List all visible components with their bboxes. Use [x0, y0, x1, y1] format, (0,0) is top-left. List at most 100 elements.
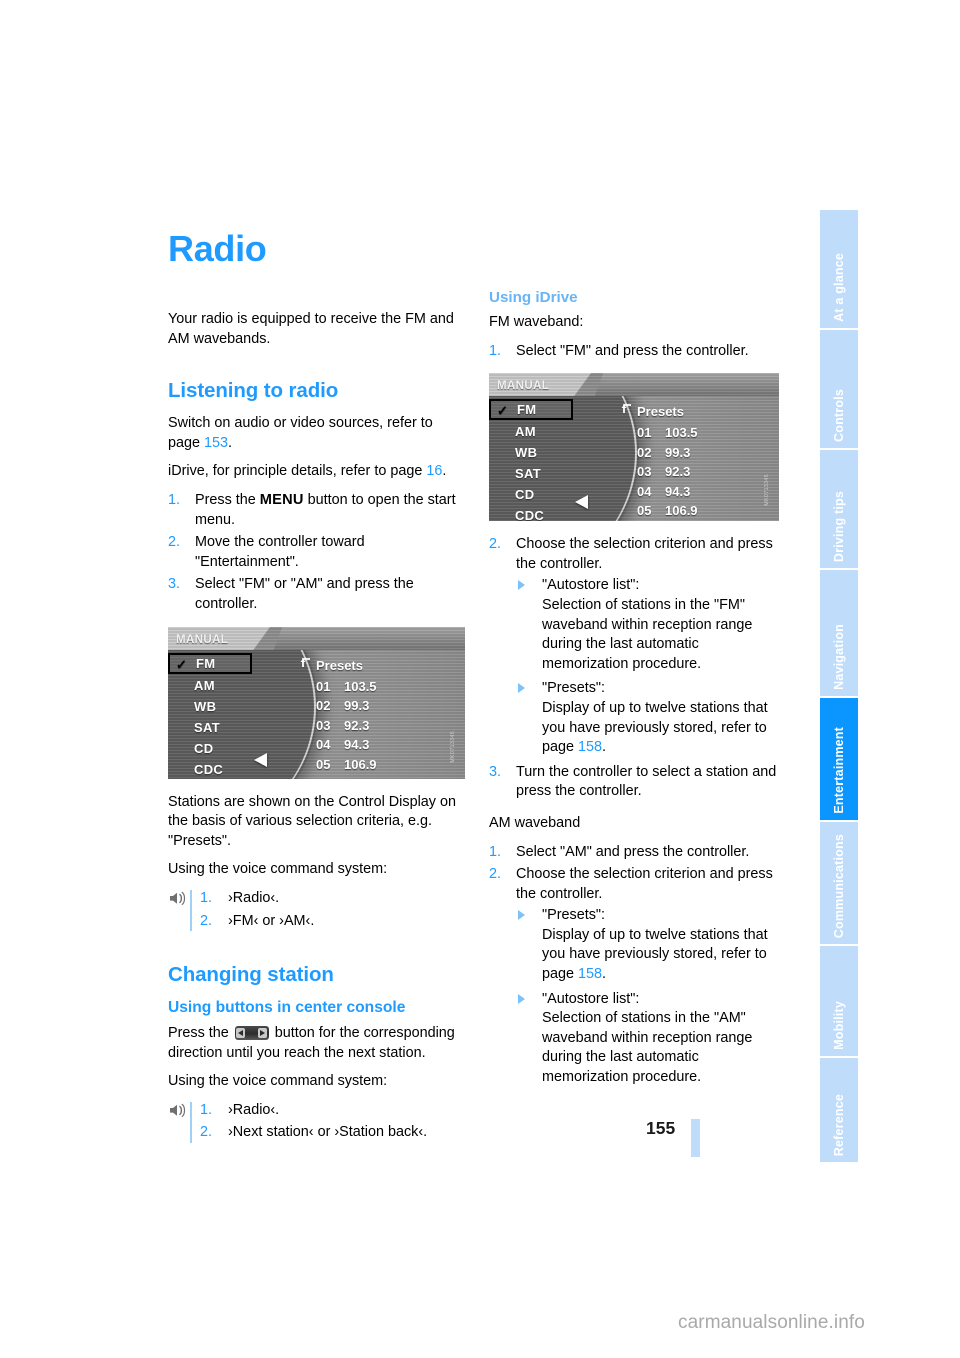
tab-controls[interactable]: Controls [820, 330, 858, 450]
page-link-16[interactable]: 16 [426, 463, 442, 479]
figure-menu-item-fm[interactable]: ✓ FM [168, 652, 252, 674]
right-text-column: Using iDrive FM waveband: 1. Select "FM" … [489, 288, 786, 1100]
step-number: 1. [200, 1101, 213, 1118]
figure-header-label: MANUAL [497, 380, 550, 393]
voice-step-item: 1. ›Radio‹. [200, 1101, 465, 1121]
figure-menu-item-cdc[interactable]: CDC [489, 505, 585, 521]
page-title: Radio [168, 228, 267, 269]
presets-back-icon [299, 655, 313, 669]
figure-menu-item-wb[interactable]: WB [489, 442, 585, 463]
am-steps-list: 1. Select "AM" and press the controller. … [489, 843, 786, 1088]
figure-source-menu: ✓ FM AM WB SAT CD CDC [489, 399, 585, 521]
paragraph-voice-intro-2: Using the voice command system: [168, 1073, 388, 1090]
preset-row[interactable]: 02 99.3 [637, 443, 698, 463]
figure-menu-item-am[interactable]: AM [489, 421, 585, 442]
figure-menu-label: SAT [515, 466, 541, 482]
tab-reference[interactable]: Reference [820, 1058, 858, 1162]
step-text: Turn the controller to select a station … [516, 763, 777, 800]
step-number: 2. [168, 534, 181, 551]
page-link-158[interactable]: 158 [578, 966, 602, 982]
figure-reference-code: MK0713345 [450, 730, 457, 763]
bullet-body-end: . [602, 966, 607, 983]
figure-menu-item-sat[interactable]: SAT [168, 717, 264, 738]
figure-menu-item-am[interactable]: AM [168, 675, 264, 696]
subheading-center-console-buttons: Using buttons in center console [168, 998, 406, 1016]
figure-presets-list: 01 103.5 02 99.3 03 92.3 04 94.3 05 106.9 [637, 423, 698, 521]
figure-menu-item-sat[interactable]: SAT [489, 463, 585, 484]
tab-label: Entertainment [832, 727, 846, 814]
step-item: 3. Turn the controller to select a statio… [489, 763, 786, 802]
preset-row[interactable]: 02 99.3 [316, 696, 377, 716]
preset-row[interactable]: 03 92.3 [316, 716, 377, 736]
section-tab-rail: At a glance Controls Driving tips Naviga… [820, 210, 858, 1162]
voice-block-rule [190, 889, 192, 931]
page-link-153[interactable]: 153 [204, 435, 228, 451]
step-item: 2. Move the controller toward "Entertainm… [168, 533, 465, 572]
bullet-item-autostore-list: "Autostore list": Selection of stations … [516, 576, 786, 674]
bullet-body-end: . [602, 739, 607, 756]
preset-row[interactable]: 01 103.5 [316, 677, 377, 697]
seek-button-icon [234, 1025, 269, 1040]
idrive-screen-figure-right: MANUAL ✓ FM AM WB SAT CD CDC Presets 01 … [489, 373, 779, 522]
figure-reference-code: MK0713345 [764, 473, 771, 506]
step-number: 2. [489, 866, 502, 883]
voice-block-rule [190, 1101, 192, 1143]
tab-navigation[interactable]: Navigation [820, 570, 858, 698]
voice-command-block-1: 1. ›Radio‹. 2. ›FM‹ or ›AM‹. [168, 889, 465, 935]
manual-page: At a glance Controls Driving tips Naviga… [0, 0, 960, 1358]
fm-step-2-list: 2. Choose the selection criterion and pre… [489, 535, 786, 802]
preset-frequency: 99.3 [665, 444, 691, 460]
figure-menu-item-wb[interactable]: WB [168, 696, 264, 717]
bullet-title: "Presets": [542, 907, 606, 924]
page-link-158[interactable]: 158 [578, 739, 602, 755]
figure-menu-label: AM [515, 424, 536, 440]
preset-number: 05 [316, 756, 331, 772]
step-number: 3. [168, 576, 181, 593]
figure-menu-label: FM [196, 655, 216, 671]
triangle-bullet-icon [518, 910, 525, 921]
figure-menu-label: CDC [194, 761, 224, 777]
figure-menu-label: AM [194, 677, 215, 693]
preset-number: 03 [637, 464, 652, 480]
preset-frequency: 94.3 [344, 737, 370, 753]
paragraph-voice-intro-1: Using the voice command system: [168, 861, 388, 878]
tab-at-a-glance[interactable]: At a glance [820, 210, 858, 330]
preset-frequency: 103.5 [344, 678, 377, 694]
step-text: Choose the selection criterion and press… [516, 536, 773, 572]
preset-row[interactable]: 01 103.5 [637, 423, 698, 443]
bullet-body: Display of up to twelve stations that yo… [542, 699, 768, 756]
figure-menu-item-cd[interactable]: CD [168, 738, 264, 759]
tab-communications[interactable]: Communications [820, 822, 858, 946]
bullet-title: "Autostore list": [542, 990, 640, 1007]
triangle-bullet-icon [518, 683, 525, 694]
voice-command-text: ›Radio‹. [228, 889, 280, 906]
tab-label: Mobility [832, 1001, 846, 1050]
paragraph-press-console-button: Press the button for the corresponding d… [168, 1024, 465, 1063]
tab-mobility[interactable]: Mobility [820, 946, 858, 1058]
bullet-body: Selection of stations in the "AM" waveba… [542, 1010, 753, 1086]
step-item: 1. Press the MENU button to open the star… [168, 491, 465, 530]
figure-menu-item-cdc[interactable]: CDC [168, 759, 264, 779]
text-fragment: iDrive, for principle details, refer to … [168, 463, 427, 480]
voice-steps-list-2: 1. ›Radio‹. 2. ›Next station‹ or ›Station … [200, 1101, 465, 1143]
preset-number: 04 [316, 737, 331, 753]
voice-command-text: ›Radio‹. [228, 1101, 280, 1118]
tab-driving-tips[interactable]: Driving tips [820, 450, 858, 570]
voice-step-item: 2. ›FM‹ or ›AM‹. [200, 912, 465, 932]
preset-frequency: 92.3 [665, 464, 691, 480]
preset-row[interactable]: 04 94.3 [637, 482, 698, 502]
heading-using-idrive: Using iDrive [489, 289, 578, 306]
preset-row[interactable]: 04 94.3 [316, 735, 377, 755]
voice-step-item: 2. ›Next station‹ or ›Station back‹. [200, 1123, 465, 1143]
cursor-arrow-icon [575, 495, 588, 510]
tab-label: Reference [832, 1093, 846, 1156]
figure-menu-item-fm[interactable]: ✓ FM [489, 399, 573, 421]
preset-row[interactable]: 05 106.9 [637, 501, 698, 521]
tab-label: At a glance [832, 253, 846, 322]
preset-number: 03 [316, 717, 331, 733]
tab-entertainment[interactable]: Entertainment [820, 698, 858, 822]
preset-row[interactable]: 03 92.3 [637, 462, 698, 482]
preset-frequency: 99.3 [344, 698, 370, 714]
preset-row[interactable]: 05 106.9 [316, 755, 377, 775]
figure-menu-item-cd[interactable]: CD [489, 484, 585, 505]
